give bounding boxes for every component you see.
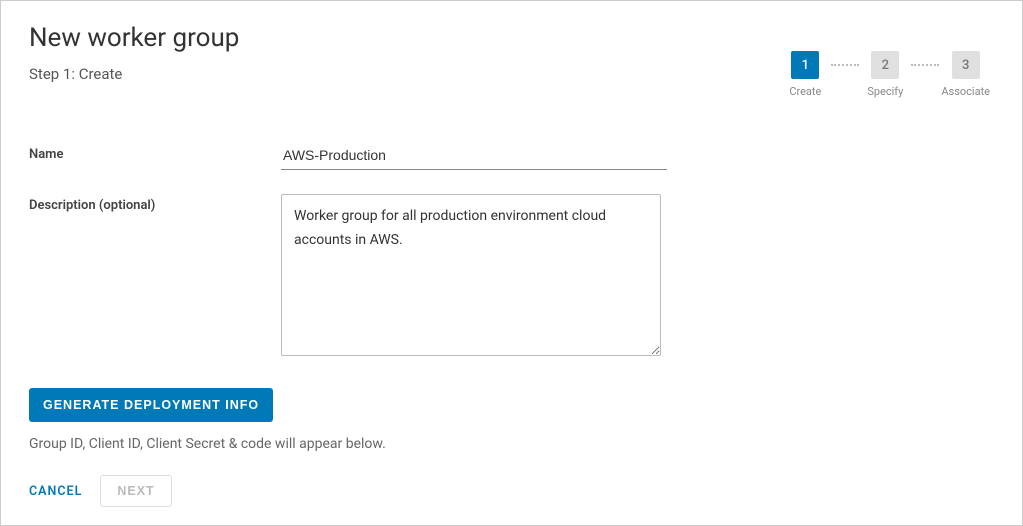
name-input[interactable] (281, 143, 667, 170)
description-textarea[interactable] (281, 194, 661, 356)
step-label: Step 1: Create (29, 65, 781, 83)
name-label: Name (29, 143, 281, 162)
header-left: New worker group Step 1: Create (29, 23, 781, 123)
deployment-info-hint: Group ID, Client ID, Client Secret & cod… (29, 436, 994, 452)
step-caption-2: Specify (861, 85, 909, 98)
step-caption-3: Associate (941, 85, 990, 98)
step-specify[interactable]: 2 Specify (861, 51, 909, 98)
header-row: New worker group Step 1: Create 1 Create… (29, 23, 994, 123)
form-row-description: Description (optional) (29, 194, 994, 360)
step-caption-1: Create (781, 85, 829, 98)
step-associate[interactable]: 3 Associate (941, 51, 990, 98)
footer: CANCEL NEXT (29, 475, 172, 507)
cancel-button[interactable]: CANCEL (29, 484, 82, 499)
form-row-name: Name (29, 143, 994, 170)
page-title: New worker group (29, 23, 781, 53)
stepper: 1 Create 2 Specify 3 Associate (781, 51, 990, 98)
step-connector (911, 64, 939, 66)
step-box-3: 3 (952, 51, 980, 79)
step-connector (831, 64, 859, 66)
name-field-wrap (281, 143, 667, 170)
step-create[interactable]: 1 Create (781, 51, 829, 98)
form-area: Name Description (optional) GENERATE DEP… (29, 143, 994, 452)
description-field-wrap (281, 194, 661, 360)
new-worker-group-dialog: New worker group Step 1: Create 1 Create… (0, 0, 1023, 526)
step-box-1: 1 (791, 51, 819, 79)
step-box-2: 2 (871, 51, 899, 79)
next-button[interactable]: NEXT (100, 475, 171, 507)
generate-deployment-info-button[interactable]: GENERATE DEPLOYMENT INFO (29, 388, 273, 422)
description-label: Description (optional) (29, 194, 281, 213)
